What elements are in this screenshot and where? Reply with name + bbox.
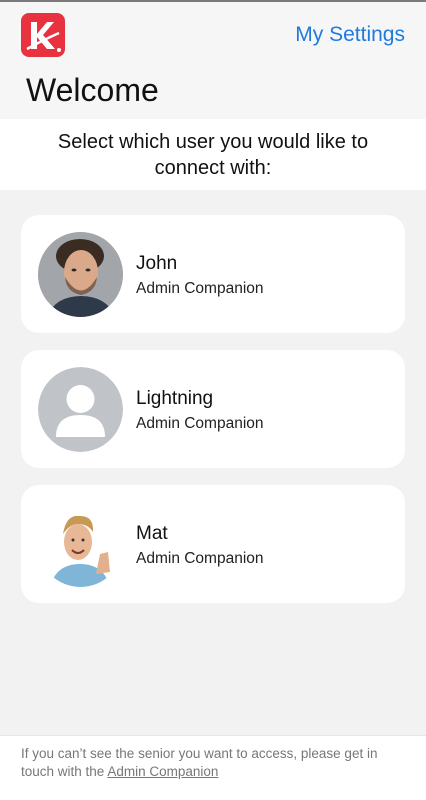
user-name: John — [136, 253, 178, 274]
avatar — [38, 502, 123, 587]
app-logo-icon — [21, 13, 65, 57]
header: My Settings Welcome — [0, 2, 426, 119]
page-title: Welcome — [26, 72, 159, 108]
admin-companion-link[interactable]: Admin Companion — [107, 764, 218, 779]
footer-text: If you can’t see the senior you want to … — [21, 745, 411, 781]
prompt-band: Select which user you would like to conn… — [0, 119, 426, 190]
my-settings-link[interactable]: My Settings — [295, 23, 405, 47]
user-card-lightning[interactable]: Lightning Admin Companion — [21, 350, 405, 468]
user-role: Admin Companion — [136, 550, 264, 567]
user-card-mat[interactable]: Mat Admin Companion — [21, 485, 405, 603]
avatar — [38, 232, 123, 317]
user-role: Admin Companion — [136, 415, 264, 432]
user-role: Admin Companion — [136, 280, 264, 297]
user-name: Mat — [136, 523, 168, 544]
user-card-john[interactable]: John Admin Companion — [21, 215, 405, 333]
default-user-icon — [38, 367, 123, 452]
user-name: Lightning — [136, 388, 214, 409]
footer: If you can’t see the senior you want to … — [0, 735, 426, 800]
prompt-text: Select which user you would like to conn… — [57, 130, 369, 179]
